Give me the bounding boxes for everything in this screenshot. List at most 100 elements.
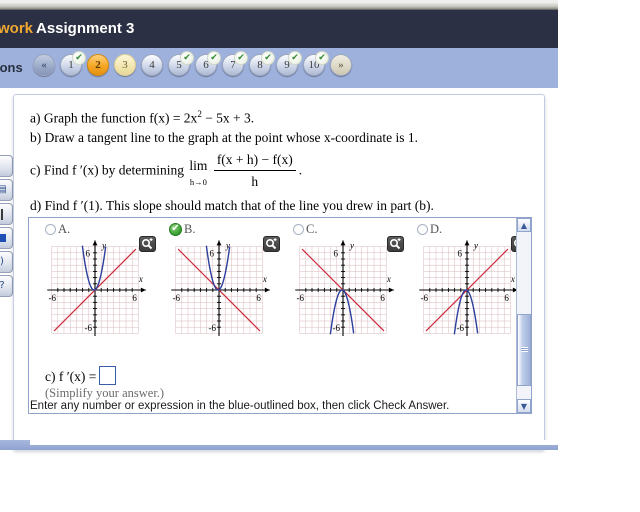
square-icon[interactable] (0, 227, 13, 249)
pager-item-9[interactable]: 9 ✔ (276, 51, 302, 76)
answer-choice-b[interactable]: ✔ B. -6 6 6 -6 x y (161, 222, 286, 336)
choice-label: D. (430, 221, 443, 236)
svg-text:6: 6 (504, 293, 509, 303)
svg-text:-6: -6 (296, 293, 304, 303)
pager-item-5[interactable]: 5 ✔ (168, 51, 194, 76)
help-icon[interactable]: ? (0, 275, 13, 297)
scrollbar-thumb[interactable] (517, 314, 531, 386)
pager-item-1[interactable]: 1 ✔ (60, 51, 86, 76)
answer-input[interactable] (99, 366, 117, 385)
square-glyph (0, 234, 6, 242)
check-icon: ✔ (207, 51, 221, 65)
chrome-strip-edge (0, 0, 558, 3)
panel-bottom-inner (30, 440, 558, 445)
svg-text:6: 6 (210, 248, 215, 258)
svg-text:-6: -6 (48, 293, 56, 303)
question-part-d: d) Find f ′(1). This slope should match … (30, 197, 434, 213)
answer-line: c) f ′(x) = (45, 366, 117, 385)
questions-label: ions (0, 60, 23, 75)
limit-subscript: h→0 (189, 177, 207, 187)
svg-text:6: 6 (458, 248, 463, 258)
pager-prev-button[interactable]: « (33, 54, 55, 76)
svg-text:-6: -6 (172, 293, 180, 303)
svg-text:x: x (510, 274, 515, 284)
svg-text:-6: -6 (333, 323, 341, 333)
choice-label: A. (58, 221, 71, 236)
tool-glyph: ? (0, 281, 5, 291)
svg-text:6: 6 (380, 293, 385, 303)
answer-choice-a[interactable]: A. -6 6 6 -6 x y (37, 222, 162, 336)
answer-prefix: c) f ′(x) = (45, 369, 97, 384)
choice-label: B. (184, 221, 196, 236)
choice-radio[interactable] (45, 223, 56, 235)
blank-icon[interactable] (0, 155, 13, 177)
scroll-down-button[interactable]: ▼ (517, 399, 531, 413)
check-icon: ✔ (72, 51, 86, 65)
pager-item-6[interactable]: 6 ✔ (195, 51, 221, 76)
svg-text:y: y (349, 241, 354, 251)
svg-text:-6: -6 (85, 323, 93, 333)
part-a-text: a) Graph the function f(x) = 2x (30, 110, 198, 126)
pager-item-2[interactable]: 2 (87, 54, 109, 76)
svg-text:y: y (473, 241, 478, 251)
svg-text:6: 6 (86, 248, 91, 258)
graph-c: -6 6 6 -6 x y (295, 240, 394, 336)
question-text: a) Graph the function f(x) = 2x2 − 5x + … (30, 105, 530, 215)
graph-b: -6 66-6xy (171, 240, 270, 336)
speaker-icon[interactable]: ) (0, 251, 13, 273)
graph-d: -6 6 6 -6 x y (419, 240, 518, 336)
application-window: work Assignment 3 ions «1✔2345✔6✔7✔8✔9✔1… (0, 0, 640, 512)
instruction-text: Enter any number or expression in the bl… (30, 400, 450, 412)
pager-item-7[interactable]: 7 ✔ (222, 51, 248, 76)
part-c-period: . (298, 162, 303, 178)
choice-header: C. (293, 222, 410, 236)
choice-header: ✔ B. (169, 222, 286, 236)
fraction-numerator: f(x + h) − f(x) (213, 150, 296, 171)
svg-text:x: x (138, 274, 143, 284)
bar-glyph (1, 208, 3, 220)
brand-label: work (0, 20, 34, 37)
browser-chrome-strip (0, 0, 558, 10)
fraction-denominator: h (251, 173, 259, 189)
check-icon: ✔ (315, 51, 329, 65)
pager-next-button[interactable]: » (330, 54, 352, 76)
tool-glyph: ) (0, 256, 4, 267)
svg-text:x: x (262, 274, 267, 284)
question-navigation-bar: ions «1✔2345✔6✔7✔8✔9✔10✔» (0, 48, 558, 88)
question-part-a: a) Graph the function f(x) = 2x2 − 5x + … (30, 105, 530, 128)
ruler-icon[interactable] (0, 203, 13, 225)
question-panel: a) Graph the function f(x) = 2x2 − 5x + … (13, 94, 545, 450)
pager-item-3[interactable]: 3 (114, 54, 136, 76)
check-icon: ✔ (180, 51, 194, 65)
answer-choice-c[interactable]: C. -6 6 6 -6 x y (285, 222, 410, 336)
pager-item-8[interactable]: 8 ✔ (249, 51, 275, 76)
question-part-c: c) Find f ′(x) by determining lim h→0 f(… (30, 151, 530, 192)
difference-quotient: f(x + h) − f(x) h (213, 150, 296, 191)
pager-item-10[interactable]: 10 ✔ (303, 51, 329, 76)
correct-check-icon: ✔ (169, 222, 182, 236)
svg-text:-6: -6 (457, 323, 465, 333)
svg-text:6: 6 (334, 248, 339, 258)
svg-text:6: 6 (132, 293, 137, 303)
svg-text:-6: -6 (209, 323, 217, 333)
assignment-title-bar: work Assignment 3 (0, 10, 558, 48)
graph-a: -6 66-6xy (47, 240, 146, 336)
part-c-prefix: c) Find f ′(x) by determining (30, 162, 185, 178)
limit-operator: lim h→0 (189, 156, 207, 192)
pager-item-4[interactable]: 4 (141, 54, 163, 76)
check-icon: ✔ (234, 51, 248, 65)
tool-glyph: ▤ (0, 185, 7, 195)
choice-header: A. (45, 222, 162, 236)
question-pager: «1 ✔ 2 3 4 5 ✔ 6 ✔ 7 ✔ 8 ✔ 9 ✔ 10 ✔» (33, 51, 352, 76)
simplify-hint: (Simplify your answer.) (45, 386, 165, 400)
page-title: Assignment 3 (36, 20, 135, 37)
choice-label: C. (306, 221, 318, 236)
choice-radio[interactable] (417, 223, 428, 235)
svg-text:-6: -6 (420, 293, 428, 303)
scroll-up-button[interactable]: ▲ (517, 218, 531, 232)
choice-radio[interactable] (293, 223, 304, 235)
calculator-icon[interactable]: ▤ (0, 179, 13, 201)
choices-scrollbar[interactable]: ▲ ▼ (516, 218, 531, 413)
answer-choices-panel: A. -6 6 6 -6 x y ✔ B. -6 6 6 -6 x y C. -6 6 6 -6 x y D. -6 6 6 -6 x… (28, 217, 532, 414)
question-part-b: b) Draw a tangent line to the graph at t… (30, 129, 419, 145)
